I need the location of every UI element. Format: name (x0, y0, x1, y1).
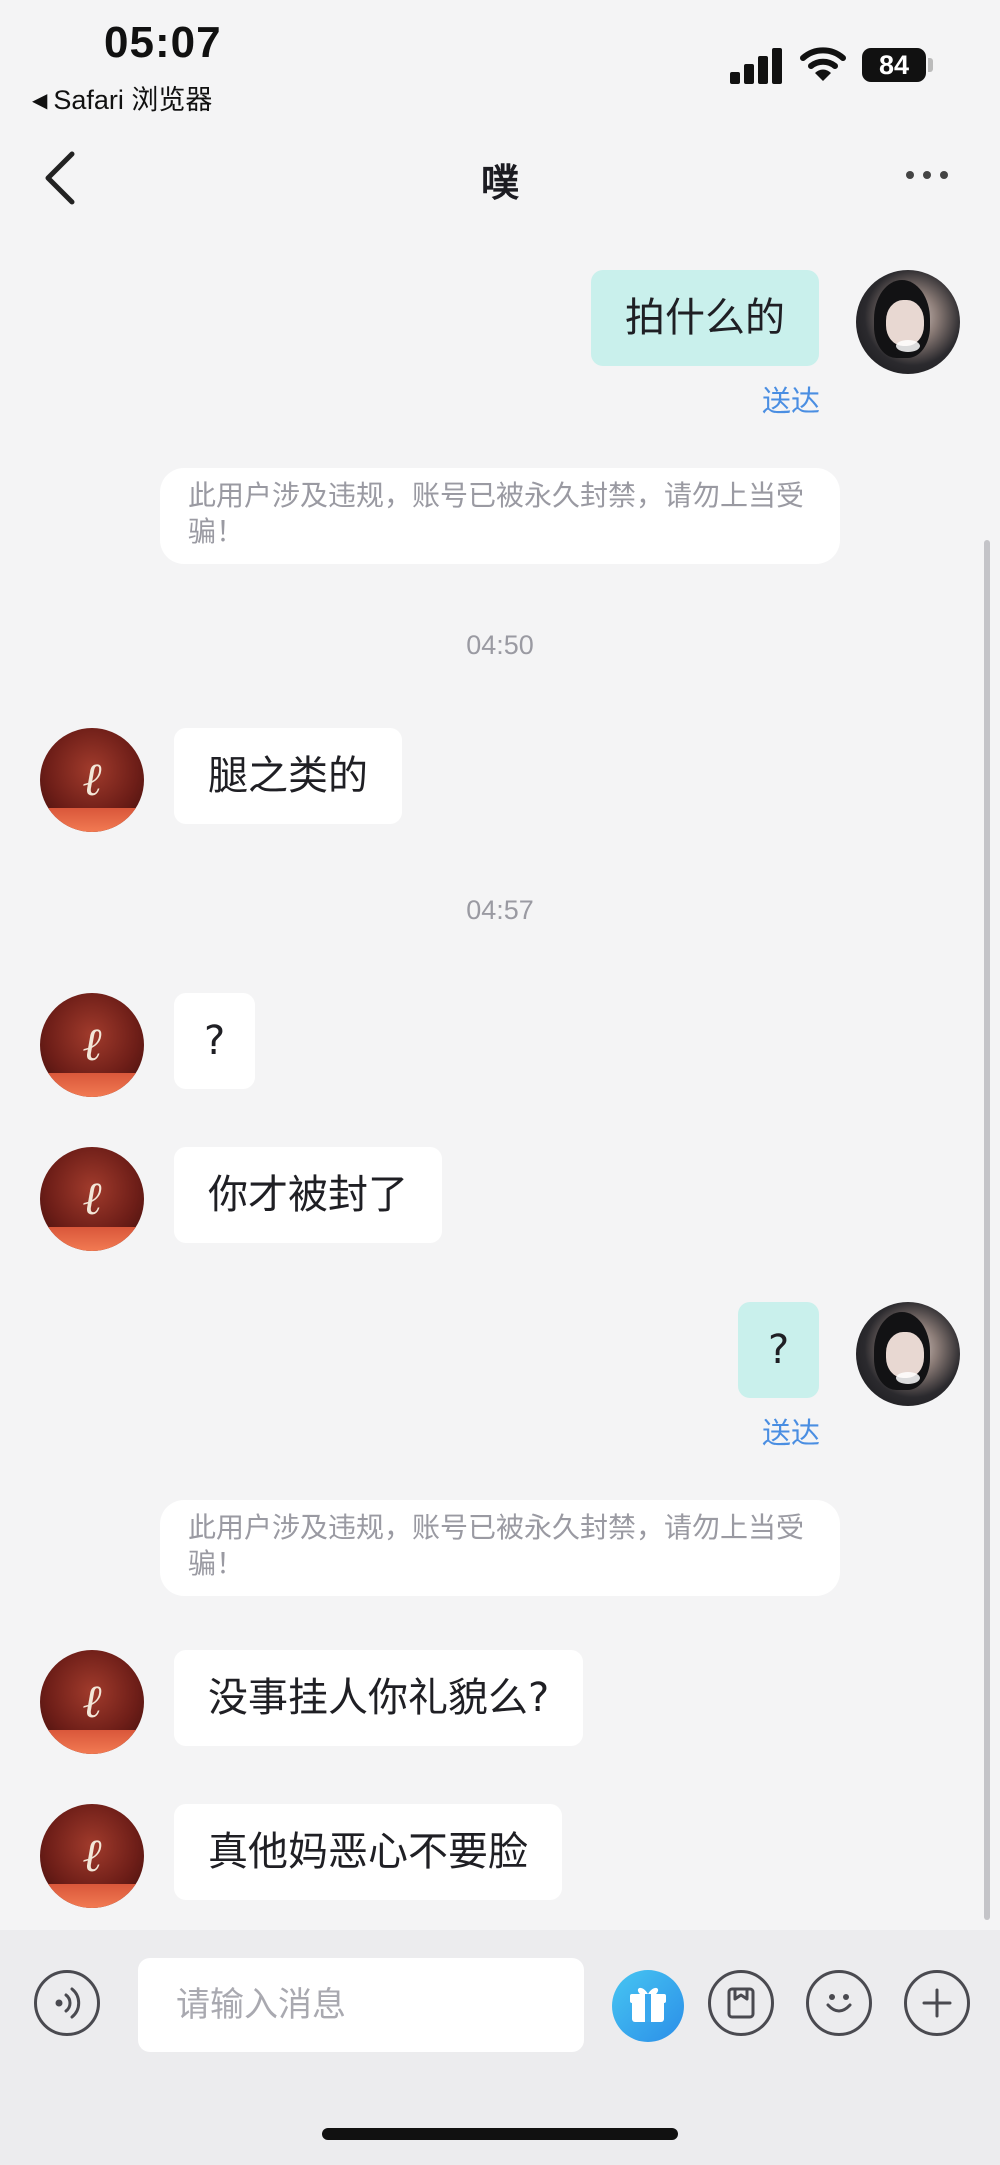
incoming-message[interactable]: 你才被封了 (174, 1147, 442, 1243)
photo-album-button[interactable] (708, 1970, 774, 2036)
status-time: 05:07 (104, 18, 222, 67)
battery-level: 84 (862, 48, 926, 82)
plus-icon (922, 1988, 952, 2018)
contact-avatar[interactable]: ℓ (40, 993, 144, 1097)
chat-scrollbar[interactable] (984, 540, 990, 1920)
more-actions-button[interactable] (904, 1970, 970, 2036)
contact-avatar[interactable]: ℓ (40, 1804, 144, 1908)
contact-avatar[interactable]: ℓ (40, 728, 144, 832)
incoming-message[interactable]: 腿之类的 (174, 728, 402, 824)
battery-tip (928, 58, 933, 72)
outgoing-message[interactable]: 拍什么的 (591, 270, 819, 366)
back-to-app-link[interactable]: ◀ Safari 浏览器 (32, 78, 212, 117)
message-input[interactable] (138, 1958, 584, 2052)
gift-icon (630, 1987, 666, 2022)
self-avatar[interactable] (856, 270, 960, 374)
ban-notice: 此用户涉及违规，账号已被永久封禁，请勿上当受骗！ (160, 1500, 840, 1596)
contact-avatar[interactable]: ℓ (40, 1147, 144, 1251)
voice-input-button[interactable] (34, 1970, 100, 2036)
message-timestamp: 04:57 (466, 895, 534, 925)
voice-icon (55, 1987, 81, 2019)
album-icon (727, 1987, 755, 2019)
ban-notice: 此用户涉及违规，账号已被永久封禁，请勿上当受骗！ (160, 468, 840, 564)
smiley-icon (826, 1994, 852, 2013)
message-timestamp: 04:50 (466, 630, 534, 660)
more-options-icon[interactable] (906, 160, 956, 190)
delivered-status: 送达 (762, 1416, 821, 1450)
home-indicator[interactable] (322, 2128, 678, 2140)
delivered-status: 送达 (762, 384, 821, 418)
incoming-message[interactable]: ? (174, 993, 256, 1089)
chat-title: 噗 (480, 161, 519, 205)
chat-thread[interactable]: 拍什么的 送达 此用户涉及违规，账号已被永久封禁，请勿上当受骗！ 04:50 ℓ… (0, 250, 1000, 1930)
gift-button[interactable] (612, 1970, 684, 2042)
incoming-message[interactable]: 没事挂人你礼貌么? (174, 1650, 584, 1746)
emoji-button[interactable] (806, 1970, 872, 2036)
status-bar: 05:07 ◀ Safari 浏览器 84 (0, 0, 1000, 120)
wifi-icon (800, 47, 846, 81)
outgoing-message[interactable]: ? (738, 1302, 820, 1398)
self-avatar[interactable] (856, 1302, 960, 1406)
back-triangle-icon: ◀ (32, 90, 48, 112)
back-app-label: Safari 浏览器 (53, 85, 213, 115)
cellular-signal-icon (730, 48, 784, 84)
incoming-message[interactable]: 真他妈恶心不要脸 (174, 1804, 562, 1900)
contact-avatar[interactable]: ℓ (40, 1650, 144, 1754)
